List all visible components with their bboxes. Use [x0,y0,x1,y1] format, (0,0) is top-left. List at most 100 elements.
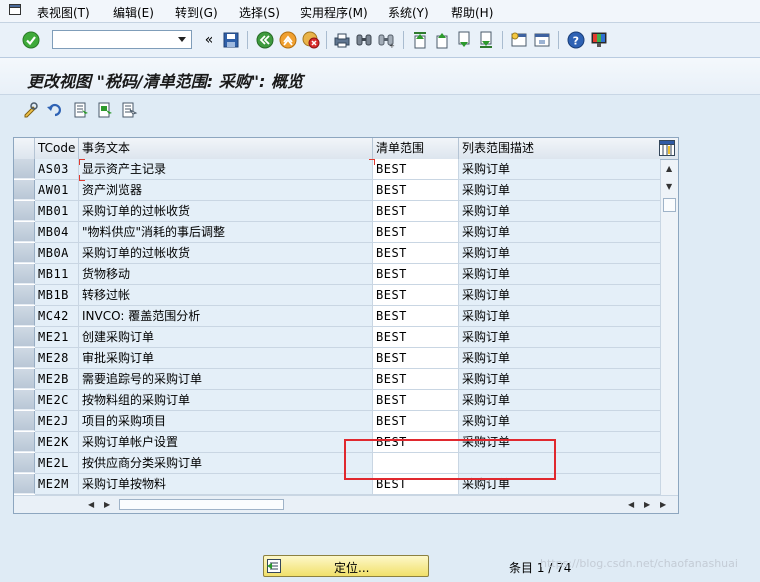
exit-icon[interactable] [279,31,297,49]
print-icon[interactable] [333,31,351,49]
select-all-icon[interactable] [72,101,90,119]
scroll-right-end-icon[interactable]: ▶ [660,500,666,509]
table-row[interactable]: ME2J 项目的采购项目 BEST 采购订单 [14,411,660,432]
menu-item-selection[interactable]: 选择(S) [239,4,280,21]
column-header-tcode[interactable]: TCode [35,138,79,159]
help-icon[interactable]: ? [567,31,585,49]
menu-item-help[interactable]: 帮助(H) [451,4,493,21]
table-row[interactable]: AS03 显示资产主记录 BEST 采购订单 [14,159,660,180]
last-page-icon[interactable] [477,31,495,49]
cell-list-scope[interactable]: BEST [373,369,459,390]
chevron-down-icon[interactable] [173,31,191,48]
select-all-corner[interactable] [14,138,35,159]
row-selector[interactable] [14,243,35,263]
table-row[interactable]: ME2M 采购订单按物料 BEST 采购订单 [14,474,660,495]
scroll-right-icon[interactable]: ▶ [644,500,650,509]
row-selector[interactable] [14,306,35,326]
row-selector[interactable] [14,348,35,368]
create-session-icon[interactable] [510,31,528,49]
scroll-down-icon[interactable]: ▼ [666,182,672,191]
row-selector[interactable] [14,159,35,179]
horizontal-scroll-thumb[interactable] [119,499,284,510]
cell-list-scope[interactable]: BEST [373,222,459,243]
find-next-icon[interactable]: + [377,31,395,49]
position-button[interactable]: 定位... [263,555,429,577]
menu-item-utilities[interactable]: 实用程序(M) [300,4,368,21]
table-row[interactable]: MB04 "物料供应"消耗的事后调整 BEST 采购订单 [14,222,660,243]
scroll-left-icon[interactable]: ◀ [628,500,634,509]
table-row[interactable]: MB11 货物移动 BEST 采购订单 [14,264,660,285]
menu-item-table-view[interactable]: 表视图(T) [37,4,90,21]
table-row[interactable]: MB1B 转移过帐 BEST 采购订单 [14,285,660,306]
command-field[interactable] [52,30,192,49]
table-row[interactable]: ME2K 采购订单帐户设置 BEST 采购订单 [14,432,660,453]
cell-list-scope[interactable]: BEST [373,285,459,306]
cell-list-scope[interactable]: BEST [373,306,459,327]
collapse-icon[interactable]: « [200,31,218,49]
select-block-icon[interactable] [96,101,114,119]
table-row[interactable]: ME2B 需要追踪号的采购订单 BEST 采购订单 [14,369,660,390]
menu-item-system[interactable]: 系统(Y) [388,4,429,21]
row-selector[interactable] [14,411,35,431]
menu-item-edit[interactable]: 编辑(E) [113,4,154,21]
cancel-icon[interactable] [302,31,320,49]
shortcut-icon[interactable] [533,31,551,49]
vertical-scroll-thumb[interactable] [663,198,676,212]
table-row[interactable]: MB01 采购订单的过帐收货 BEST 采购订单 [14,201,660,222]
previous-page-icon[interactable] [433,31,451,49]
row-selector[interactable] [14,201,35,221]
row-selector[interactable] [14,222,35,242]
table-row[interactable]: ME28 审批采购订单 BEST 采购订单 [14,348,660,369]
vertical-scrollbar[interactable]: ▲ ▼ [660,160,678,495]
command-input[interactable] [56,32,178,49]
cell-list-scope[interactable]: BEST [373,180,459,201]
cell-list-scope[interactable]: BEST [373,201,459,222]
cell-list-scope[interactable]: BEST [373,264,459,285]
scroll-left-icon[interactable]: ◀ [88,500,94,509]
undo-icon[interactable] [46,101,64,119]
back-icon[interactable] [256,31,274,49]
scroll-right-icon[interactable]: ▶ [104,500,110,509]
table-row[interactable]: MB0A 采购订单的过帐收货 BEST 采购订单 [14,243,660,264]
enter-icon[interactable] [22,31,40,49]
row-selector[interactable] [14,432,35,452]
find-icon[interactable] [355,31,373,49]
deselect-all-icon[interactable] [120,101,138,119]
cell-list-scope[interactable]: BEST [373,390,459,411]
table-row[interactable]: ME2L 按供应商分类采购订单 [14,453,660,474]
scroll-up-icon[interactable]: ▲ [666,164,672,173]
column-header-transaction-text[interactable]: 事务文本 [79,138,373,159]
table-row[interactable]: AW01 资产浏览器 BEST 采购订单 [14,180,660,201]
table-row[interactable]: ME21 创建采购订单 BEST 采购订单 [14,327,660,348]
row-selector[interactable] [14,264,35,284]
horizontal-scrollbar-fixed[interactable]: ◀ ▶ [14,495,374,513]
cell-tcode: ME2J [35,411,79,432]
row-selector[interactable] [14,453,35,473]
column-header-list-scope[interactable]: 清单范围 [373,138,459,159]
table-row[interactable]: MC42 INVCO: 覆盖范围分析 BEST 采购订单 [14,306,660,327]
table-row[interactable]: ME2C 按物料组的采购订单 BEST 采购订单 [14,390,660,411]
column-header-scope-description[interactable]: 列表范围描述 [459,138,660,159]
cell-transaction-text: 采购订单的过帐收货 [79,201,373,222]
first-page-icon[interactable] [411,31,429,49]
customize-layout-icon[interactable] [590,31,608,49]
cell-list-scope[interactable]: BEST [373,159,459,180]
cell-list-scope[interactable]: BEST [373,327,459,348]
cell-list-scope[interactable]: BEST [373,411,459,432]
row-selector[interactable] [14,327,35,347]
cell-list-scope[interactable]: BEST [373,348,459,369]
save-icon[interactable] [222,31,240,49]
change-display-icon[interactable] [22,101,40,119]
horizontal-scrollbar-columns[interactable]: ◀ ▶ ▶ [374,495,678,513]
table-settings-icon[interactable] [659,140,675,156]
next-page-icon[interactable] [455,31,473,49]
row-selector[interactable] [14,285,35,305]
row-selector[interactable] [14,390,35,410]
row-selector[interactable] [14,369,35,389]
cell-list-scope[interactable]: BEST [373,243,459,264]
row-selector[interactable] [14,180,35,200]
menu-item-goto[interactable]: 转到(G) [175,4,218,21]
cell-tcode: MB0A [35,243,79,264]
system-menu-icon[interactable] [9,4,21,15]
row-selector[interactable] [14,474,35,494]
